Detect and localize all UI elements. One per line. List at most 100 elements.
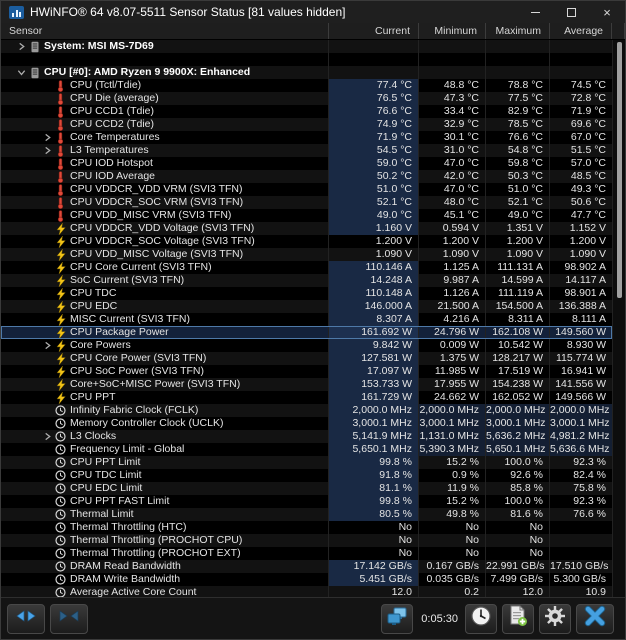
sensor-row[interactable]: CPU PPT161.729 W24.662 W162.052 W149.566… (1, 391, 612, 404)
maximum-value: 3,000.1 MHz (486, 417, 550, 430)
chevron-down-icon[interactable] (14, 68, 28, 77)
sensor-row[interactable]: CPU TDC110.148 A1.126 A111.119 A98.901 A (1, 287, 612, 300)
sensor-row[interactable]: Thermal Throttling (HTC)NoNoNo (1, 521, 612, 534)
sensor-label: CPU VDD_MISC VRM (SVI3 TFN) (67, 209, 231, 222)
chevron-right-icon[interactable] (40, 432, 54, 441)
maximize-button[interactable] (553, 1, 589, 23)
sensor-row[interactable]: L3 Clocks5,141.9 MHz1,131.0 MHz5,636.2 M… (1, 430, 612, 443)
sensor-row[interactable]: CPU VDDCR_SOC VRM (SVI3 TFN)52.1 °C48.0 … (1, 196, 612, 209)
sensor-label: MISC Current (SVI3 TFN) (67, 313, 190, 326)
chevron-right-icon[interactable] (40, 133, 54, 142)
average-value: 49.3 °C (550, 183, 612, 196)
sensor-row[interactable]: Thermal Throttling (PROCHOT CPU)NoNoNo (1, 534, 612, 547)
sensor-cell: DRAM Read Bandwidth (1, 560, 329, 573)
chevron-right-icon[interactable] (40, 341, 54, 350)
sensor-row[interactable]: CPU CCD2 (Tdie)74.9 °C32.9 °C78.5 °C69.6… (1, 118, 612, 131)
sensor-row[interactable]: CPU VDD_MISC Voltage (SVI3 TFN)1.090 V1.… (1, 248, 612, 261)
close-button[interactable]: × (589, 1, 625, 23)
maximum-value: 1.090 V (486, 248, 550, 261)
sensor-row[interactable]: Core Temperatures71.9 °C30.1 °C76.6 °C67… (1, 131, 612, 144)
average-value: 17.510 GB/s (550, 560, 612, 573)
thermometer-icon (54, 106, 67, 118)
sensor-row[interactable]: DRAM Write Bandwidth5.451 GB/s0.035 GB/s… (1, 573, 612, 586)
sensor-row[interactable]: Infinity Fabric Clock (FCLK)2,000.0 MHz2… (1, 404, 612, 417)
clock-timer-button[interactable] (465, 604, 497, 634)
sensor-row[interactable]: Core+SoC+MISC Power (SVI3 TFN)153.733 W1… (1, 378, 612, 391)
vertical-scrollbar[interactable] (612, 40, 625, 597)
logging-report-button[interactable] (502, 604, 534, 634)
sensor-label: Average Active Core Count (67, 586, 196, 597)
sensor-row[interactable]: CPU VDDCR_VDD VRM (SVI3 TFN)51.0 °C47.0 … (1, 183, 612, 196)
sensor-row[interactable]: CPU VDD_MISC VRM (SVI3 TFN)49.0 °C45.1 °… (1, 209, 612, 222)
minimum-value: 31.0 °C (419, 144, 486, 157)
column-header-row: Sensor Current Minimum Maximum Average (1, 23, 625, 40)
average-value: 5,636.6 MHz (550, 443, 612, 456)
sensor-row[interactable]: CPU VDDCR_VDD Voltage (SVI3 TFN)1.160 V0… (1, 222, 612, 235)
minimum-value: 47.0 °C (419, 183, 486, 196)
spacer-row (1, 53, 612, 66)
current-value: 76.5 °C (329, 92, 419, 105)
sensor-row[interactable]: MISC Current (SVI3 TFN)8.307 A4.216 A8.3… (1, 313, 612, 326)
sensor-row[interactable]: Core Powers9.842 W0.009 W10.542 W8.930 W (1, 339, 612, 352)
remote-monitoring-button[interactable] (381, 604, 413, 634)
settings-button[interactable] (539, 604, 571, 634)
sensor-label: CPU TDC (67, 287, 116, 300)
column-header-minimum[interactable]: Minimum (419, 23, 486, 39)
current-value: 50.2 °C (329, 170, 419, 183)
close-sensors-button[interactable] (576, 604, 614, 634)
sensor-row[interactable]: CPU (Tctl/Tdie)77.4 °C48.8 °C78.8 °C74.5… (1, 79, 612, 92)
sensor-row[interactable]: CPU IOD Hotspot59.0 °C47.0 °C59.8 °C57.0… (1, 157, 612, 170)
sensor-label: CPU EDC Limit (67, 482, 142, 495)
average-value: 10.9 (550, 586, 612, 597)
sensor-group-row[interactable]: System: MSI MS-7D69 (1, 40, 612, 53)
sensor-row[interactable]: Thermal Limit80.5 %49.8 %81.6 %76.6 % (1, 508, 612, 521)
scrollbar-thumb[interactable] (617, 42, 622, 298)
thermometer-icon (54, 210, 67, 222)
sensor-row[interactable]: CPU Core Current (SVI3 TFN)110.146 A1.12… (1, 261, 612, 274)
minimize-button[interactable] (517, 1, 553, 23)
sensor-row[interactable]: CPU TDC Limit91.8 %0.9 %92.6 %82.4 % (1, 469, 612, 482)
sensor-row[interactable]: CPU IOD Average50.2 °C42.0 °C50.3 °C48.5… (1, 170, 612, 183)
sensor-row[interactable]: Memory Controller Clock (UCLK)3,000.1 MH… (1, 417, 612, 430)
sensor-row[interactable]: Average Active Core Count12.00.212.010.9 (1, 586, 612, 597)
average-value (550, 534, 612, 547)
sensor-row[interactable]: Thermal Throttling (PROCHOT EXT)NoNoNo (1, 547, 612, 560)
sensor-row[interactable]: L3 Temperatures54.5 °C31.0 °C54.8 °C51.5… (1, 144, 612, 157)
average-value: 76.6 % (550, 508, 612, 521)
maximum-value: 1.351 V (486, 222, 550, 235)
current-value: No (329, 521, 419, 534)
sensor-row[interactable]: CPU EDC146.000 A21.500 A154.500 A136.388… (1, 300, 612, 313)
sensor-row[interactable]: CPU PPT FAST Limit99.8 %15.2 %100.0 %92.… (1, 495, 612, 508)
sensor-group-row[interactable]: CPU [#0]: AMD Ryzen 9 9900X: Enhanced (1, 66, 612, 79)
column-header-current[interactable]: Current (329, 23, 419, 39)
sensor-row[interactable]: CPU SoC Power (SVI3 TFN)17.097 W11.985 W… (1, 365, 612, 378)
sensor-row[interactable]: SoC Current (SVI3 TFN)14.248 A9.987 A14.… (1, 274, 612, 287)
column-header-sensor[interactable]: Sensor (1, 23, 329, 39)
column-header-maximum[interactable]: Maximum (486, 23, 550, 39)
sensor-row[interactable]: CPU PPT Limit99.8 %15.2 %100.0 %92.3 % (1, 456, 612, 469)
sensor-row[interactable]: CPU CCD1 (Tdie)76.6 °C33.4 °C82.9 °C71.9… (1, 105, 612, 118)
clock-icon (54, 509, 67, 520)
column-header-average[interactable]: Average (550, 23, 612, 39)
sensor-cell: CPU VDD_MISC Voltage (SVI3 TFN) (1, 248, 329, 261)
current-value: 1.090 V (329, 248, 419, 261)
sensor-cell: Thermal Limit (1, 508, 329, 521)
minimum-value: 47.0 °C (419, 157, 486, 170)
chevron-right-icon[interactable] (14, 42, 28, 51)
sensor-row[interactable]: DRAM Read Bandwidth17.142 GB/s0.167 GB/s… (1, 560, 612, 573)
sensor-row[interactable]: CPU Die (average)76.5 °C47.3 °C77.5 °C72… (1, 92, 612, 105)
sensor-cell: L3 Temperatures (1, 144, 329, 157)
sensor-row[interactable]: CPU Package Power161.692 W24.796 W162.10… (1, 326, 612, 339)
sensor-row[interactable]: CPU EDC Limit81.1 %11.9 %85.8 %75.8 % (1, 482, 612, 495)
sensor-row[interactable]: CPU Core Power (SVI3 TFN)127.581 W1.375 … (1, 352, 612, 365)
sensor-label: DRAM Write Bandwidth (67, 573, 180, 586)
average-value: 92.3 % (550, 456, 612, 469)
sensor-row[interactable]: CPU VDDCR_SOC Voltage (SVI3 TFN)1.200 V1… (1, 235, 612, 248)
sensor-cell: CPU PPT FAST Limit (1, 495, 329, 508)
sensor-row[interactable]: Frequency Limit - Global5,650.1 MHz5,390… (1, 443, 612, 456)
expand-columns-button[interactable] (7, 604, 45, 634)
collapse-columns-button[interactable] (50, 604, 88, 634)
polling-timer: 0:05:30 (421, 613, 458, 625)
clock-icon (54, 405, 67, 416)
chevron-right-icon[interactable] (40, 146, 54, 155)
